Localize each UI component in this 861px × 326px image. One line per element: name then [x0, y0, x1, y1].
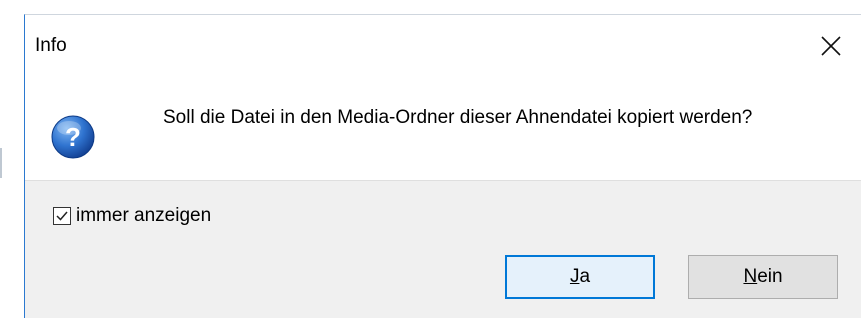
close-button[interactable]	[809, 15, 861, 73]
no-button-mnemonic: N	[743, 266, 758, 287]
dialog-content: ? Soll die Datei in den Media-Ordner die…	[25, 73, 861, 180]
yes-button-text: a	[579, 266, 591, 287]
checkbox-box[interactable]	[53, 207, 71, 225]
svg-text:?: ?	[65, 122, 81, 152]
no-button[interactable]: Nein	[688, 255, 838, 299]
info-dialog: Info ? Soll die Datei in den Media-Ordne…	[24, 14, 861, 318]
dialog-footer: immer anzeigen Ja Nein	[25, 180, 861, 318]
dialog-title: Info	[35, 35, 67, 56]
yes-button[interactable]: Ja	[505, 255, 655, 299]
no-button-text: ein	[757, 266, 783, 287]
checkmark-icon	[56, 211, 68, 221]
close-icon	[821, 36, 841, 56]
background-window-edge	[0, 148, 2, 178]
screen: Info ? Soll die Datei in den Media-Ordne…	[0, 0, 861, 326]
question-icon: ?	[51, 115, 95, 159]
yes-button-label: Ja	[570, 266, 590, 288]
dialog-message: Soll die Datei in den Media-Ordner diese…	[163, 107, 753, 128]
title-bar[interactable]: Info	[25, 15, 861, 73]
checkbox-label: immer anzeigen	[76, 205, 212, 226]
no-button-label: Nein	[743, 266, 782, 288]
always-show-checkbox[interactable]: immer anzeigen	[53, 205, 211, 227]
